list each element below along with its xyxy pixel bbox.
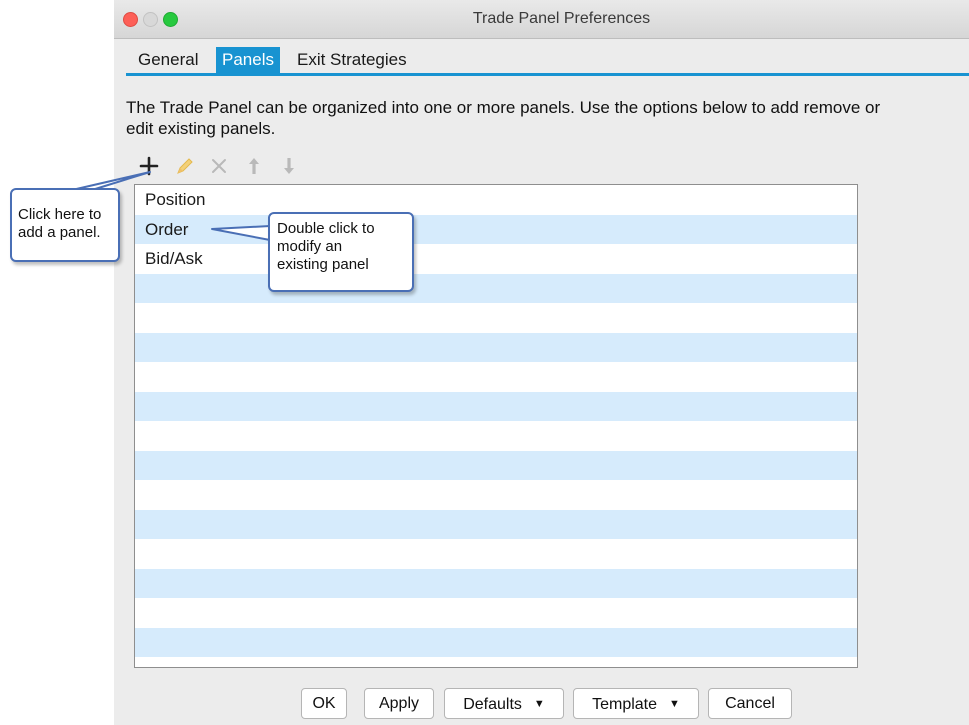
- edit-callout-line-3: existing panel: [277, 256, 369, 273]
- list-item[interactable]: Bid/Ask: [135, 244, 857, 274]
- list-row-empty: [135, 421, 857, 451]
- plus-icon: [139, 156, 159, 176]
- add-callout-line-1: Click here to: [18, 206, 102, 223]
- list-row-empty: [135, 480, 857, 510]
- tab-bar: General Panels Exit Strategies: [126, 47, 969, 76]
- list-row-empty: [135, 450, 857, 480]
- preferences-window: Trade Panel Preferences General Panels E…: [114, 0, 969, 725]
- pencil-icon: [177, 158, 193, 174]
- template-label: Template: [592, 696, 658, 713]
- tab-exit-strategies[interactable]: Exit Strategies: [291, 47, 413, 73]
- window-title: Trade Panel Preferences: [472, 10, 651, 27]
- arrow-down-icon: [284, 158, 294, 174]
- panel-list[interactable]: Position Order Bid/Ask: [134, 184, 858, 668]
- move-down-button[interactable]: [278, 154, 300, 178]
- dialog-button-bar: OK Apply Defaults ▼ Template ▼ Cancel: [114, 688, 969, 720]
- add-callout-line-2: add a panel.: [18, 224, 101, 241]
- remove-panel-button[interactable]: [208, 154, 230, 178]
- edit-callout-line-2: modify an: [277, 238, 343, 255]
- list-row-empty: [135, 273, 857, 303]
- description-line-1: The Trade Panel can be organized into on…: [126, 98, 881, 117]
- defaults-label: Defaults: [463, 696, 522, 713]
- list-item[interactable]: Position: [135, 185, 857, 215]
- add-panel-button[interactable]: [138, 154, 160, 178]
- defaults-dropdown-button[interactable]: Defaults ▼: [444, 688, 564, 719]
- title-bar[interactable]: Trade Panel Preferences: [114, 0, 969, 39]
- chevron-down-icon: ▼: [533, 698, 545, 710]
- move-up-button[interactable]: [243, 154, 265, 178]
- list-item[interactable]: Order: [135, 214, 857, 244]
- add-panel-callout: Click here to add a panel.: [10, 188, 120, 262]
- list-row-empty: [135, 539, 857, 569]
- list-row-empty: [135, 657, 857, 667]
- edit-callout-line-1: Double click to: [277, 220, 375, 237]
- edit-panel-callout: Double click to modify an existing panel: [268, 212, 414, 292]
- list-row-empty: [135, 362, 857, 392]
- list-row-empty: [135, 332, 857, 362]
- description-line-2: edit existing panels.: [126, 119, 276, 138]
- tab-panels[interactable]: Panels: [216, 47, 280, 73]
- template-dropdown-button[interactable]: Template ▼: [573, 688, 699, 719]
- arrow-up-icon: [249, 158, 259, 174]
- edit-panel-button[interactable]: [174, 154, 196, 178]
- list-row-empty: [135, 598, 857, 628]
- chevron-down-icon: ▼: [669, 698, 680, 710]
- list-row-empty: [135, 303, 857, 333]
- list-row-empty: [135, 568, 857, 598]
- apply-button[interactable]: Apply: [364, 688, 434, 719]
- tab-general[interactable]: General: [132, 47, 204, 73]
- cancel-button[interactable]: Cancel: [708, 688, 792, 719]
- list-row-empty: [135, 391, 857, 421]
- list-row-empty: [135, 627, 857, 657]
- x-icon: [212, 159, 226, 173]
- list-row-empty: [135, 509, 857, 539]
- panels-description: The Trade Panel can be organized into on…: [126, 97, 969, 139]
- ok-button[interactable]: OK: [301, 688, 347, 719]
